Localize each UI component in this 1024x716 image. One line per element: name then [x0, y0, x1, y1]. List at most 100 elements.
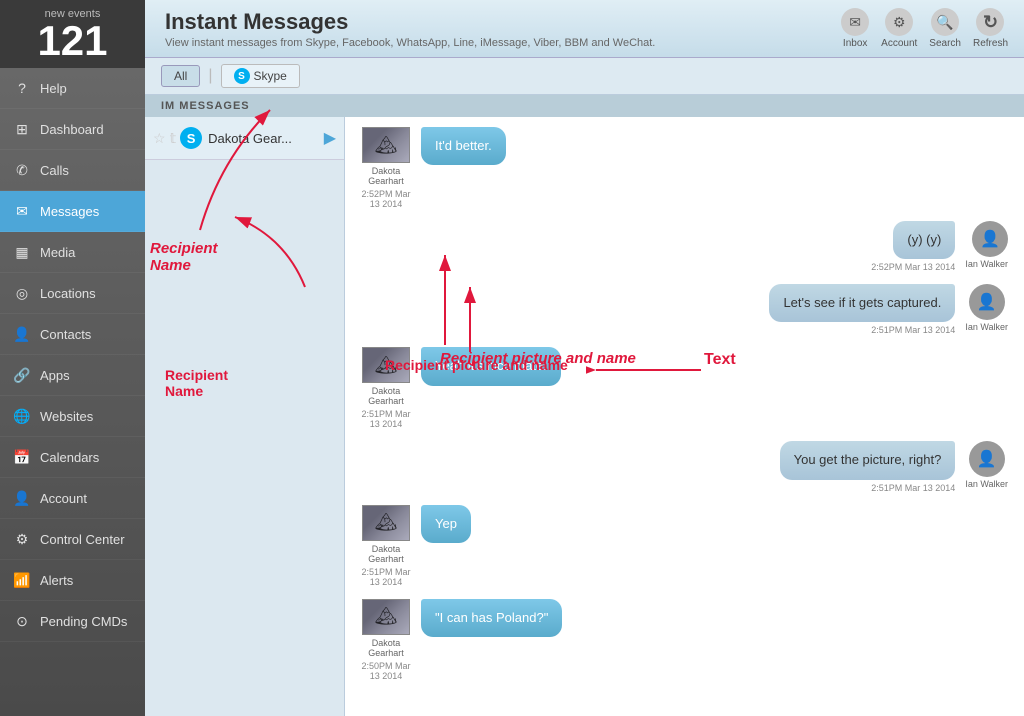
message-avatar-4: Dakota Gearhart 2:51PM Mar 13 2014: [361, 347, 411, 429]
topbar-actions: ✉ Inbox ⚙ Account 🔍 Search ↻ Refresh: [841, 8, 1008, 49]
right-avatar-2: 👤: [972, 221, 1008, 257]
contacts-icon: 👤: [12, 324, 32, 344]
bubble-wrapper-1: It'd better.: [421, 127, 506, 165]
right-avatar-3: 👤: [969, 284, 1005, 320]
bubble-wrapper-7: "I can has Poland?": [421, 599, 562, 637]
message-avatar-7: Dakota Gearhart 2:50PM Mar 13 2014: [361, 599, 411, 681]
filter-skype-button[interactable]: S Skype: [221, 64, 300, 88]
text-annotation-label: Text: [704, 351, 736, 369]
right-name-3: Ian Walker: [965, 322, 1008, 332]
sidebar-label-calls: Calls: [40, 163, 69, 178]
chat-area[interactable]: Recipient picture and name Dakota Gearha…: [345, 117, 1024, 716]
right-name-5: Ian Walker: [965, 479, 1008, 489]
message-bubble-2: (y) (y): [893, 221, 955, 259]
control-center-icon: ⚙: [12, 529, 32, 549]
message-bubble-3: Let's see if it gets captured.: [769, 284, 955, 322]
sidebar-label-media: Media: [40, 245, 75, 260]
media-icon: ▦: [12, 242, 32, 262]
messages-icon: ✉: [12, 201, 32, 221]
right-col-5: 👤 Ian Walker: [965, 441, 1008, 489]
inbox-icon: ✉: [841, 8, 869, 36]
search-label: Search: [929, 38, 961, 49]
sidebar-label-account: Account: [40, 491, 87, 506]
twitter-icon: 𝕥: [170, 130, 177, 147]
topbar: Instant Messages View instant messages f…: [145, 0, 1024, 58]
sidebar-item-calls[interactable]: ✆ Calls: [0, 150, 145, 191]
sidebar-item-websites[interactable]: 🌐 Websites: [0, 396, 145, 437]
avatar-name-7: Dakota Gearhart: [361, 638, 411, 658]
sidebar-item-account[interactable]: 👤 Account: [0, 478, 145, 519]
filter-all-button[interactable]: All: [161, 65, 200, 87]
sidebar-item-calendars[interactable]: 📅 Calendars: [0, 437, 145, 478]
refresh-button[interactable]: ↻ Refresh: [973, 8, 1008, 49]
message-bubble-6: Yep: [421, 505, 471, 543]
account-icon-topbar: ⚙: [885, 8, 913, 36]
account-label: Account: [881, 38, 917, 49]
conversation-arrow-icon: ▶: [324, 128, 336, 148]
avatar-image-4: [362, 347, 410, 383]
im-section: IM MESSAGES ☆ 𝕥 S Dakota Gear... ▶: [145, 95, 1024, 716]
sidebar-item-apps[interactable]: 🔗 Apps: [0, 355, 145, 396]
sidebar-item-messages[interactable]: ✉ Messages: [0, 191, 145, 232]
alerts-icon: 📶: [12, 570, 32, 590]
sidebar-label-pending-cmds: Pending CMDs: [40, 614, 127, 629]
bubble-wrapper-3: Let's see if it gets captured. 2:51PM Ma…: [769, 284, 955, 335]
avatar-name-4: Dakota Gearhart: [361, 386, 411, 406]
message-time-2: 2:52PM Mar 13 2014: [871, 262, 955, 272]
websites-icon: 🌐: [12, 406, 32, 426]
account-icon: 👤: [12, 488, 32, 508]
sidebar-item-alerts[interactable]: 📶 Alerts: [0, 560, 145, 601]
avatar-time-6: 2:51PM Mar 13 2014: [361, 567, 411, 587]
star-icon[interactable]: ☆: [153, 130, 166, 147]
inbox-button[interactable]: ✉ Inbox: [841, 8, 869, 49]
sidebar-label-dashboard: Dashboard: [40, 122, 104, 137]
message-row-5: 👤 Ian Walker You get the picture, right?…: [361, 441, 1008, 492]
avatar-time-7: 2:50PM Mar 13 2014: [361, 661, 411, 681]
calls-icon: ✆: [12, 160, 32, 180]
message-avatar-6: Dakota Gearhart 2:51PM Mar 13 2014: [361, 505, 411, 587]
avatar-image-7: [362, 599, 410, 635]
avatar-image-6: [362, 505, 410, 541]
recipient-name-label: Recipient Name: [165, 367, 228, 399]
search-button[interactable]: 🔍 Search: [929, 8, 961, 49]
message-bubble-5: You get the picture, right?: [780, 441, 956, 479]
skype-icon-filter: S: [234, 68, 250, 84]
message-row-3: 👤 Ian Walker Let's see if it gets captur…: [361, 284, 1008, 335]
message-bubble-7: "I can has Poland?": [421, 599, 562, 637]
conversation-item[interactable]: ☆ 𝕥 S Dakota Gear... ▶: [145, 117, 344, 160]
topbar-title: Instant Messages View instant messages f…: [165, 9, 655, 49]
inbox-label: Inbox: [843, 38, 867, 49]
message-time-5: 2:51PM Mar 13 2014: [871, 483, 955, 493]
account-button[interactable]: ⚙ Account: [881, 8, 917, 49]
sidebar-item-contacts[interactable]: 👤 Contacts: [0, 314, 145, 355]
message-row-7: Dakota Gearhart 2:50PM Mar 13 2014 "I ca…: [361, 599, 1008, 681]
sidebar-label-apps: Apps: [40, 368, 70, 383]
sidebar-item-pending-cmds[interactable]: ⊙ Pending CMDs: [0, 601, 145, 642]
sidebar-label-alerts: Alerts: [40, 573, 73, 588]
sidebar-item-help[interactable]: ? Help: [0, 68, 145, 109]
sidebar-item-locations[interactable]: ◎ Locations: [0, 273, 145, 314]
sidebar: new events 121 ? Help ⊞ Dashboard ✆ Call…: [0, 0, 145, 716]
skype-icon-conv: S: [180, 127, 202, 149]
sidebar-label-help: Help: [40, 81, 67, 96]
search-icon: 🔍: [931, 8, 959, 36]
help-icon: ?: [12, 78, 32, 98]
sidebar-item-media[interactable]: ▦ Media: [0, 232, 145, 273]
bubble-wrapper-5: You get the picture, right? 2:51PM Mar 1…: [780, 441, 956, 492]
sidebar-item-dashboard[interactable]: ⊞ Dashboard: [0, 109, 145, 150]
pending-cmds-icon: ⊙: [12, 611, 32, 631]
conversation-name: Dakota Gear...: [208, 131, 324, 146]
avatar-image-1: [362, 127, 410, 163]
sidebar-item-control-center[interactable]: ⚙ Control Center: [0, 519, 145, 560]
message-row-1: Dakota Gearhart 2:52PM Mar 13 2014 It'd …: [361, 127, 1008, 209]
refresh-label: Refresh: [973, 38, 1008, 49]
calendars-icon: 📅: [12, 447, 32, 467]
bubble-wrapper-4: Yeah it's nice mate.: [421, 347, 561, 385]
sidebar-label-messages: Messages: [40, 204, 99, 219]
message-bubble-1: It'd better.: [421, 127, 506, 165]
avatar-time-4: 2:51PM Mar 13 2014: [361, 409, 411, 429]
refresh-icon: ↻: [976, 8, 1004, 36]
right-col-3: 👤 Ian Walker: [965, 284, 1008, 332]
event-count: 121: [4, 20, 141, 62]
message-bubble-4: Yeah it's nice mate.: [421, 347, 561, 385]
